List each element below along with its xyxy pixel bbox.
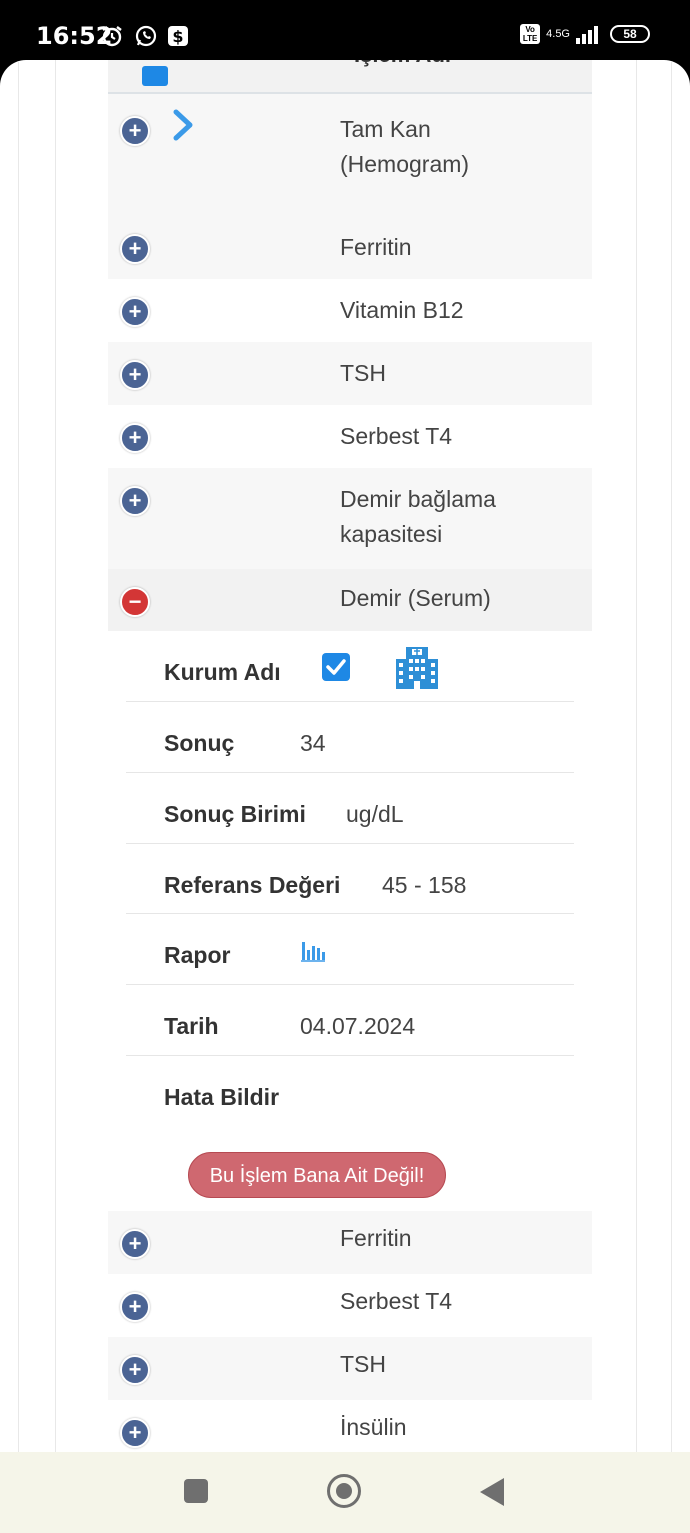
test-name: Demir (Serum)	[340, 585, 491, 611]
expand-button[interactable]: +	[120, 234, 150, 264]
test-name: Serbest T4	[340, 1288, 453, 1314]
test-name: Ferritin	[340, 1225, 412, 1251]
test-name: Ferritin	[340, 234, 412, 260]
detail-label: Sonuç Birimi	[164, 801, 306, 827]
detail-label: Rapor	[164, 942, 231, 968]
svg-text:$: $	[172, 27, 183, 46]
expand-button[interactable]: +	[120, 486, 150, 516]
detail-row-sonuc: Sonuç 34	[126, 702, 574, 773]
expand-button[interactable]: +	[120, 1355, 150, 1385]
system-nav-bar	[0, 1452, 690, 1533]
table-row[interactable]: + TSH	[108, 342, 592, 405]
table-row-expanded[interactable]: − Demir (Serum)	[108, 569, 592, 631]
detail-label: Sonuç	[164, 730, 235, 756]
detail-row-kurum: Kurum Adı	[126, 631, 574, 702]
table-row[interactable]: + Vitamin B12	[108, 279, 592, 342]
expand-button[interactable]: +	[120, 116, 150, 146]
expand-button[interactable]: +	[120, 1418, 150, 1448]
table-row[interactable]: + Ferritin	[108, 1211, 592, 1274]
dollar-app-icon: $	[168, 26, 188, 46]
test-name: Tam Kan (Hemogram)	[340, 116, 470, 177]
back-button[interactable]	[480, 1478, 504, 1506]
expand-button[interactable]: +	[120, 1292, 150, 1322]
volte-icon: Vo LTE	[520, 24, 541, 44]
table-row[interactable]: + Demir bağlama kapasitesi	[108, 468, 592, 569]
report-error-button[interactable]: Bu İşlem Bana Ait Değil!	[188, 1152, 446, 1198]
test-name: Demir bağlama kapasitesi	[340, 486, 496, 547]
test-name: TSH	[340, 1351, 386, 1377]
detail-label: Hata Bildir	[164, 1084, 280, 1110]
column-title: İşlem Adı	[354, 60, 451, 68]
battery-icon: 58	[610, 25, 650, 43]
detail-row-referans: Referans Değeri 45 - 158	[126, 844, 574, 914]
recents-button[interactable]	[184, 1479, 208, 1503]
table-header: İşlem Adı	[108, 60, 592, 94]
detail-label: Kurum Adı	[164, 659, 281, 685]
birim-value: ug/dL	[346, 801, 404, 827]
result-details: Kurum Adı Sonuç 34 Sonuç Birimi ug/dL Re…	[108, 631, 592, 1211]
alarm-icon	[102, 26, 122, 47]
network-type: 4.5G	[546, 27, 570, 40]
test-name: Vitamin B12	[340, 297, 464, 323]
table-row[interactable]: + Serbest T4	[108, 1274, 592, 1337]
referans-value: 45 - 158	[382, 872, 467, 898]
expand-button[interactable]: +	[120, 423, 150, 453]
tarih-value: 04.07.2024	[300, 1013, 416, 1039]
collapse-button[interactable]: −	[120, 587, 150, 617]
hospital-building-icon[interactable]	[394, 643, 440, 691]
app-content: İşlem Adı + Tam Kan (Hemogram) + Ferriti…	[0, 60, 690, 1452]
kurum-checkbox[interactable]	[322, 653, 350, 681]
detail-row-tarih: Tarih 04.07.2024	[126, 985, 574, 1056]
table-row[interactable]: + Serbest T4	[108, 405, 592, 468]
select-all-checkbox[interactable]	[142, 66, 168, 86]
test-name: TSH	[340, 360, 386, 386]
results-table: İşlem Adı + Tam Kan (Hemogram) + Ferriti…	[108, 60, 592, 1452]
detail-row-rapor: Rapor	[126, 914, 574, 985]
table-row[interactable]: + Tam Kan (Hemogram)	[108, 94, 592, 216]
whatsapp-icon	[135, 25, 157, 47]
expand-button[interactable]: +	[120, 297, 150, 327]
chevron-right-icon[interactable]	[168, 108, 198, 142]
detail-label: Tarih	[164, 1013, 219, 1039]
status-indicators: Vo LTE 4.5G 58	[520, 24, 650, 44]
expand-button[interactable]: +	[120, 1229, 150, 1259]
home-button[interactable]	[327, 1474, 361, 1508]
signal-icon	[576, 24, 598, 44]
expand-button[interactable]: +	[120, 360, 150, 390]
table-row[interactable]: + Ferritin	[108, 216, 592, 279]
table-row[interactable]: + TSH	[108, 1337, 592, 1400]
sonuc-value: 34	[300, 730, 326, 756]
detail-label: Referans Değeri	[164, 872, 341, 898]
detail-row-birim: Sonuç Birimi ug/dL	[126, 773, 574, 844]
table-row[interactable]: + İnsülin	[108, 1400, 592, 1452]
detail-row-hata: Hata Bildir Bu İşlem Bana Ait Değil!	[126, 1056, 574, 1211]
test-name: İnsülin	[340, 1414, 407, 1440]
bar-chart-icon[interactable]	[300, 938, 326, 962]
test-name: Serbest T4	[340, 423, 453, 449]
